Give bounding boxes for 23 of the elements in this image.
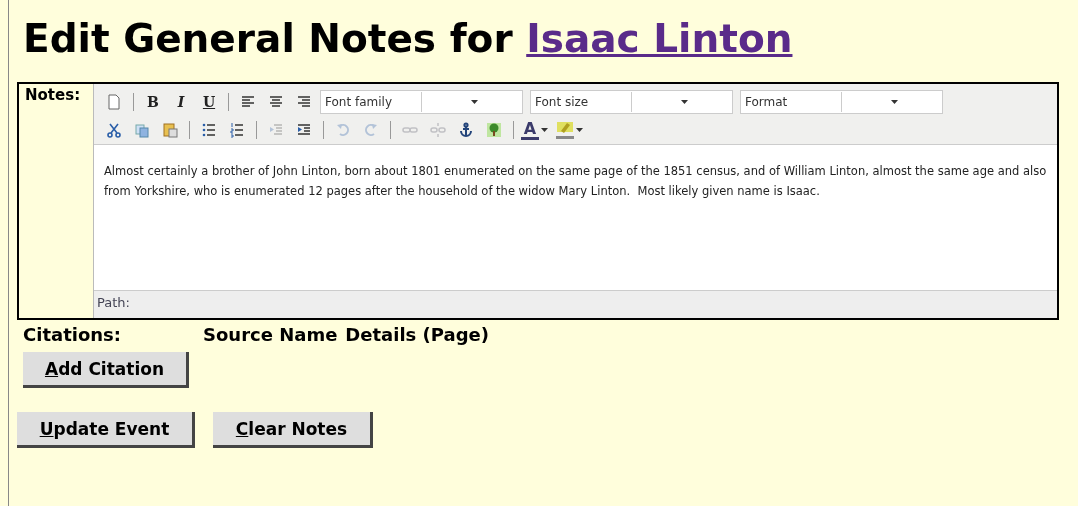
form-button[interactable]: Clear Notes bbox=[213, 412, 373, 448]
person-link[interactable]: Isaac Linton bbox=[526, 16, 793, 61]
path-bar: Path: bbox=[94, 290, 1057, 318]
notes-text-area[interactable]: Almost certainly a brother of John Linton, born about 1801 enumerated on the same page of the 1851 census, and of William Linton, almost the same age and also from Yorkshire, who is enumerated 12 pages after the household of the widow Mary Linton. Most likely given name is Isaac. bbox=[94, 145, 1057, 290]
caret-icon[interactable] bbox=[890, 100, 898, 104]
caret-icon[interactable] bbox=[470, 100, 478, 104]
column-header: Details (Page) bbox=[345, 324, 489, 347]
text-color-button[interactable]: A bbox=[521, 120, 539, 140]
page-title: Edit General Notes for bbox=[23, 16, 514, 61]
column-header: Source Name bbox=[203, 324, 338, 347]
caret-icon[interactable] bbox=[576, 128, 583, 132]
dropdown[interactable]: Font size bbox=[530, 90, 733, 114]
form-button[interactable]: Update Event bbox=[17, 412, 195, 448]
citations-label: Citations: bbox=[23, 324, 122, 347]
caret-icon[interactable] bbox=[680, 100, 688, 104]
format-button[interactable]: B bbox=[141, 91, 165, 113]
dropdown[interactable]: Format bbox=[740, 90, 943, 114]
dropdown[interactable]: Font family bbox=[320, 90, 523, 114]
format-button[interactable]: U bbox=[197, 91, 221, 113]
caret-icon[interactable] bbox=[541, 128, 548, 132]
format-button[interactable]: I bbox=[169, 91, 193, 113]
add-citation-button[interactable]: Add Citation bbox=[23, 352, 189, 388]
notes-label: Notes: bbox=[24, 85, 82, 106]
